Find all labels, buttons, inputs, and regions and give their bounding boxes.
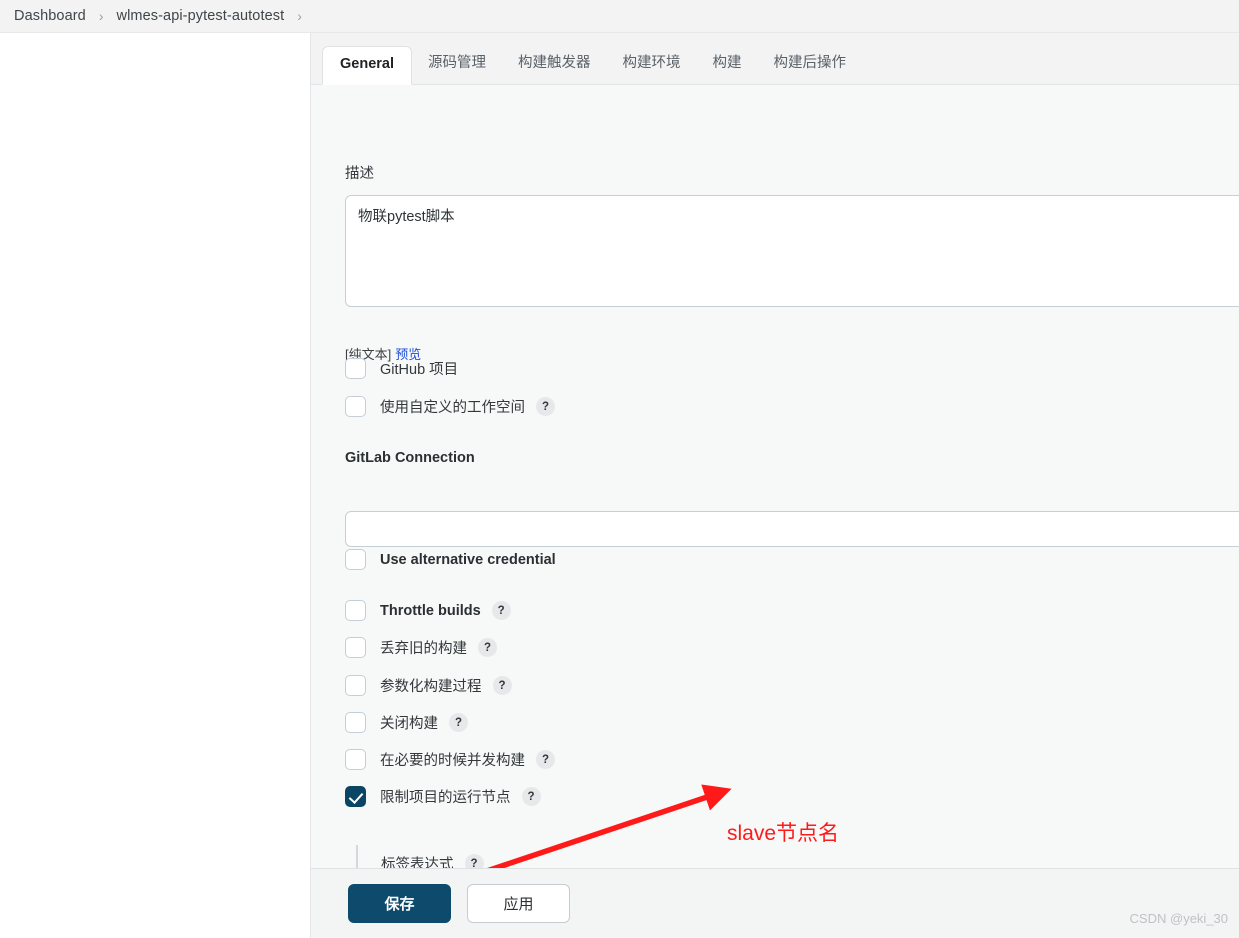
description-label: 描述 bbox=[345, 166, 374, 182]
breadcrumb-item-job[interactable]: wlmes-api-pytest-autotest bbox=[113, 8, 289, 24]
form-footer: 保存 应用 CSDN @yeki_30 bbox=[311, 868, 1239, 938]
help-icon-restrict-node[interactable]: ? bbox=[521, 787, 541, 806]
config-tabs: General 源码管理 构建触发器 构建环境 构建 构建后操作 bbox=[311, 33, 1239, 85]
checkbox-row-throttle-builds[interactable]: Throttle builds ? bbox=[345, 600, 511, 621]
checkbox-row-discard-old-builds[interactable]: 丢弃旧的构建 ? bbox=[345, 637, 497, 658]
checkbox-row-disable-build[interactable]: 关闭构建 ? bbox=[345, 712, 468, 733]
breadcrumb-item-dashboard[interactable]: Dashboard bbox=[10, 8, 90, 24]
gitlab-connection-select[interactable] bbox=[345, 511, 1239, 547]
custom-workspace-checkbox[interactable] bbox=[345, 396, 366, 417]
chevron-right-icon-2: › bbox=[297, 8, 302, 24]
checkbox-row-concurrent-build[interactable]: 在必要的时候并发构建 ? bbox=[345, 749, 555, 770]
annotation-label: slave节点名 bbox=[727, 822, 840, 845]
checkbox-row-alternative-credential[interactable]: Use alternative credential bbox=[345, 549, 556, 570]
sidebar bbox=[0, 33, 311, 938]
throttle-builds-label: Throttle builds bbox=[380, 602, 481, 619]
discard-old-builds-checkbox[interactable] bbox=[345, 637, 366, 658]
save-button[interactable]: 保存 bbox=[348, 884, 451, 923]
checkbox-row-parameterized-build[interactable]: 参数化构建过程 ? bbox=[345, 675, 512, 696]
tab-build-environment[interactable]: 构建环境 bbox=[607, 42, 697, 84]
config-panel: General 源码管理 构建触发器 构建环境 构建 构建后操作 描述 [纯文本… bbox=[311, 33, 1239, 938]
alternative-credential-label: Use alternative credential bbox=[380, 551, 556, 568]
gitlab-connection-label: GitLab Connection bbox=[345, 450, 475, 466]
restrict-node-checkbox[interactable] bbox=[345, 786, 366, 807]
general-form: 描述 [纯文本]预览 GitHub 项目 使用自定义的工作空间 ? GitLab… bbox=[311, 85, 1239, 938]
tab-source-code-management[interactable]: 源码管理 bbox=[412, 42, 502, 84]
discard-old-builds-label: 丢弃旧的构建 bbox=[380, 641, 467, 657]
tab-post-build-actions[interactable]: 构建后操作 bbox=[758, 42, 863, 84]
page-root: Dashboard › wlmes-api-pytest-autotest › … bbox=[0, 0, 1239, 938]
tab-build-triggers[interactable]: 构建触发器 bbox=[502, 42, 607, 84]
disable-build-label: 关闭构建 bbox=[380, 716, 438, 732]
help-icon-disable-build[interactable]: ? bbox=[449, 713, 468, 732]
checkbox-row-github-project[interactable]: GitHub 项目 bbox=[345, 358, 458, 379]
tab-build[interactable]: 构建 bbox=[697, 42, 758, 84]
throttle-builds-checkbox[interactable] bbox=[345, 600, 366, 621]
apply-button[interactable]: 应用 bbox=[467, 884, 570, 923]
concurrent-build-label: 在必要的时候并发构建 bbox=[380, 753, 525, 769]
chevron-right-icon: › bbox=[98, 8, 104, 24]
github-project-label: GitHub 项目 bbox=[380, 362, 459, 378]
disable-build-checkbox[interactable] bbox=[345, 712, 366, 733]
custom-workspace-label: 使用自定义的工作空间 bbox=[380, 400, 525, 416]
github-project-checkbox[interactable] bbox=[345, 358, 366, 379]
help-icon-custom-workspace[interactable]: ? bbox=[536, 397, 555, 416]
watermark: CSDN @yeki_30 bbox=[1129, 911, 1228, 926]
checkbox-row-restrict-node[interactable]: 限制项目的运行节点 ? bbox=[345, 786, 541, 807]
parameterized-build-checkbox[interactable] bbox=[345, 675, 366, 696]
breadcrumb: Dashboard › wlmes-api-pytest-autotest › bbox=[0, 0, 1239, 33]
alternative-credential-checkbox[interactable] bbox=[345, 549, 366, 570]
tab-general[interactable]: General bbox=[322, 46, 412, 85]
restrict-node-label: 限制项目的运行节点 bbox=[380, 790, 511, 806]
concurrent-build-checkbox[interactable] bbox=[345, 749, 366, 770]
help-icon-concurrent-build[interactable]: ? bbox=[536, 750, 555, 769]
help-icon-discard-old-builds[interactable]: ? bbox=[478, 638, 497, 657]
help-icon-parameterized-build[interactable]: ? bbox=[492, 676, 512, 695]
description-textarea[interactable] bbox=[345, 195, 1239, 307]
parameterized-build-label: 参数化构建过程 bbox=[380, 679, 482, 695]
help-icon-throttle-builds[interactable]: ? bbox=[491, 601, 511, 620]
checkbox-row-custom-workspace[interactable]: 使用自定义的工作空间 ? bbox=[345, 396, 555, 417]
